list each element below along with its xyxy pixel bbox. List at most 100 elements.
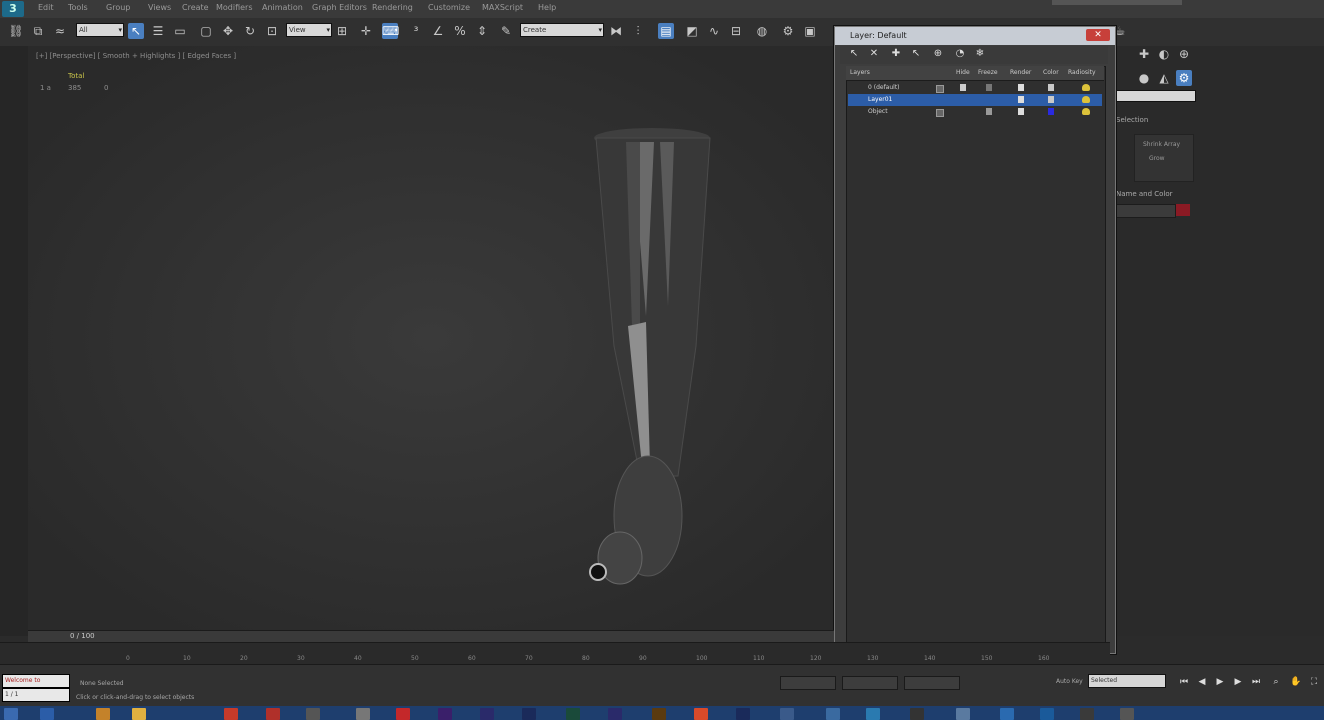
- select-highlighted-icon[interactable]: ↖: [910, 48, 922, 60]
- rollout-name-color-title[interactable]: Name and Color: [1116, 190, 1173, 198]
- indesign-icon[interactable]: [736, 708, 750, 720]
- align-icon[interactable]: ⫶: [630, 23, 646, 39]
- maximize-viewport-icon[interactable]: ⛶: [1308, 676, 1320, 688]
- menu-edit[interactable]: Edit: [38, 3, 54, 12]
- hide-all-icon[interactable]: ◔: [954, 48, 966, 60]
- menu-graph-editors[interactable]: Graph Editors: [312, 3, 367, 12]
- after-effects-icon[interactable]: [438, 708, 452, 720]
- z-coordinate-field[interactable]: [904, 676, 960, 690]
- systems-icon[interactable]: ⚙: [1176, 70, 1192, 86]
- maxscript-listener[interactable]: Welcome to MAXScript.: [2, 674, 70, 696]
- graphite-tools-icon[interactable]: ◩: [684, 23, 700, 39]
- current-layer-icon[interactable]: [936, 109, 944, 117]
- layer-color-swatch[interactable]: [1048, 96, 1054, 103]
- next-frame-icon[interactable]: ▶: [1232, 676, 1244, 688]
- acrobat-icon[interactable]: [224, 708, 238, 720]
- edit-named-selection-icon[interactable]: ✎: [498, 23, 514, 39]
- ie-icon[interactable]: [40, 708, 54, 720]
- hide-toggle-icon[interactable]: [960, 84, 966, 91]
- hierarchy-tab-icon[interactable]: ⊕: [1176, 46, 1192, 62]
- app-icon-11[interactable]: [1120, 708, 1134, 720]
- column-freeze[interactable]: Freeze: [978, 69, 998, 76]
- reference-coordinate-dropdown[interactable]: View: [286, 23, 332, 37]
- pan-icon[interactable]: ✋: [1290, 676, 1302, 688]
- play-icon[interactable]: ▶: [1214, 676, 1226, 688]
- menu-group[interactable]: Group: [106, 3, 130, 12]
- column-layers[interactable]: Layers: [850, 69, 870, 76]
- create-tab-icon[interactable]: ✚: [1136, 46, 1152, 62]
- x-coordinate-field[interactable]: [780, 676, 836, 690]
- layer-list[interactable]: [846, 66, 1106, 646]
- rendered-frame-window-icon[interactable]: ▣: [802, 23, 818, 39]
- layer-color-swatch[interactable]: [1048, 108, 1054, 115]
- previous-frame-icon[interactable]: ◀: [1196, 676, 1208, 688]
- layer-manager-icon[interactable]: ▤: [658, 23, 674, 39]
- snaps-toggle-icon[interactable]: ³: [408, 23, 424, 39]
- app-icon-5[interactable]: [866, 708, 880, 720]
- select-manipulate-icon[interactable]: ✛: [358, 23, 374, 39]
- go-to-end-icon[interactable]: ⏭: [1250, 676, 1262, 688]
- menu-tools[interactable]: Tools: [68, 3, 88, 12]
- illustrator-icon[interactable]: [652, 708, 666, 720]
- layer-row[interactable]: Layer01: [848, 94, 1102, 106]
- app-icon-3[interactable]: [780, 708, 794, 720]
- maxscript-input[interactable]: 1 / 1: [2, 688, 70, 702]
- percent-snap-icon[interactable]: %: [452, 23, 468, 39]
- app-icon-6[interactable]: [910, 708, 924, 720]
- current-layer-icon[interactable]: [936, 85, 944, 93]
- app-icon-7[interactable]: [956, 708, 970, 720]
- create-layer-icon[interactable]: ↖: [848, 48, 860, 60]
- add-to-layer-icon[interactable]: ✚: [890, 48, 902, 60]
- modify-tab-icon[interactable]: ◐: [1156, 46, 1172, 62]
- app-logo-icon[interactable]: 3: [2, 1, 24, 17]
- radiosity-bulb-icon[interactable]: [1082, 96, 1090, 103]
- shrink-array-button[interactable]: Shrink Array: [1143, 141, 1180, 148]
- render-toggle-icon[interactable]: [1018, 108, 1024, 115]
- layer-row[interactable]: 0 (default): [848, 82, 1102, 94]
- freeze-toggle-icon[interactable]: [986, 108, 992, 115]
- audition-icon[interactable]: [566, 708, 580, 720]
- column-hide[interactable]: Hide: [956, 69, 970, 76]
- menu-rendering[interactable]: Rendering: [372, 3, 413, 12]
- named-selection-dropdown[interactable]: Create: [520, 23, 604, 37]
- schematic-view-icon[interactable]: ⊟: [728, 23, 744, 39]
- chrome-icon[interactable]: [694, 708, 708, 720]
- material-editor-icon[interactable]: ◍: [754, 23, 770, 39]
- shapes-icon[interactable]: ◭: [1156, 70, 1172, 86]
- viewport-label[interactable]: [+] [Perspective] [ Smooth + Highlights …: [36, 52, 236, 60]
- app-icon-8[interactable]: [1000, 708, 1014, 720]
- app-icon-10[interactable]: [1080, 708, 1094, 720]
- object-type-dropdown[interactable]: [1116, 90, 1196, 102]
- rollout-selection-title[interactable]: Selection: [1116, 116, 1148, 124]
- menu-create[interactable]: Create: [182, 3, 209, 12]
- link-icon[interactable]: ⛓: [8, 23, 24, 39]
- menu-maxscript[interactable]: MAXScript: [482, 3, 523, 12]
- menu-modifiers[interactable]: Modifiers: [216, 3, 253, 12]
- curve-editor-icon[interactable]: ∿: [706, 23, 722, 39]
- start-icon[interactable]: [4, 708, 18, 720]
- move-icon[interactable]: ✥: [220, 23, 236, 39]
- acrobat-reader-icon[interactable]: [396, 708, 410, 720]
- auto-key-label[interactable]: Auto Key: [1056, 678, 1083, 685]
- pivot-center-icon[interactable]: ⊞: [334, 23, 350, 39]
- mirror-icon[interactable]: ⧓: [608, 23, 624, 39]
- app-icon-1[interactable]: [266, 708, 280, 720]
- column-render[interactable]: Render: [1010, 69, 1031, 76]
- bind-space-warp-icon[interactable]: ≈: [52, 23, 68, 39]
- photoshop-icon[interactable]: [522, 708, 536, 720]
- menu-customize[interactable]: Customize: [428, 3, 470, 12]
- radiosity-bulb-icon[interactable]: [1082, 84, 1090, 91]
- layer-row[interactable]: Object: [848, 106, 1102, 118]
- render-setup-icon[interactable]: ⚙: [780, 23, 796, 39]
- title-search-box[interactable]: [1052, 0, 1182, 5]
- encoder-icon[interactable]: [608, 708, 622, 720]
- keyboard-shortcut-override-icon[interactable]: ⌨: [382, 23, 399, 39]
- render-toggle-icon[interactable]: [1018, 96, 1024, 103]
- selection-filter-dropdown[interactable]: All: [76, 23, 124, 37]
- app-icon-9[interactable]: [1040, 708, 1054, 720]
- column-color[interactable]: Color: [1043, 69, 1059, 76]
- menu-help[interactable]: Help: [538, 3, 556, 12]
- delete-layer-icon[interactable]: ✕: [868, 48, 880, 60]
- folder-icon[interactable]: [96, 708, 110, 720]
- object-name-field[interactable]: [1116, 204, 1176, 218]
